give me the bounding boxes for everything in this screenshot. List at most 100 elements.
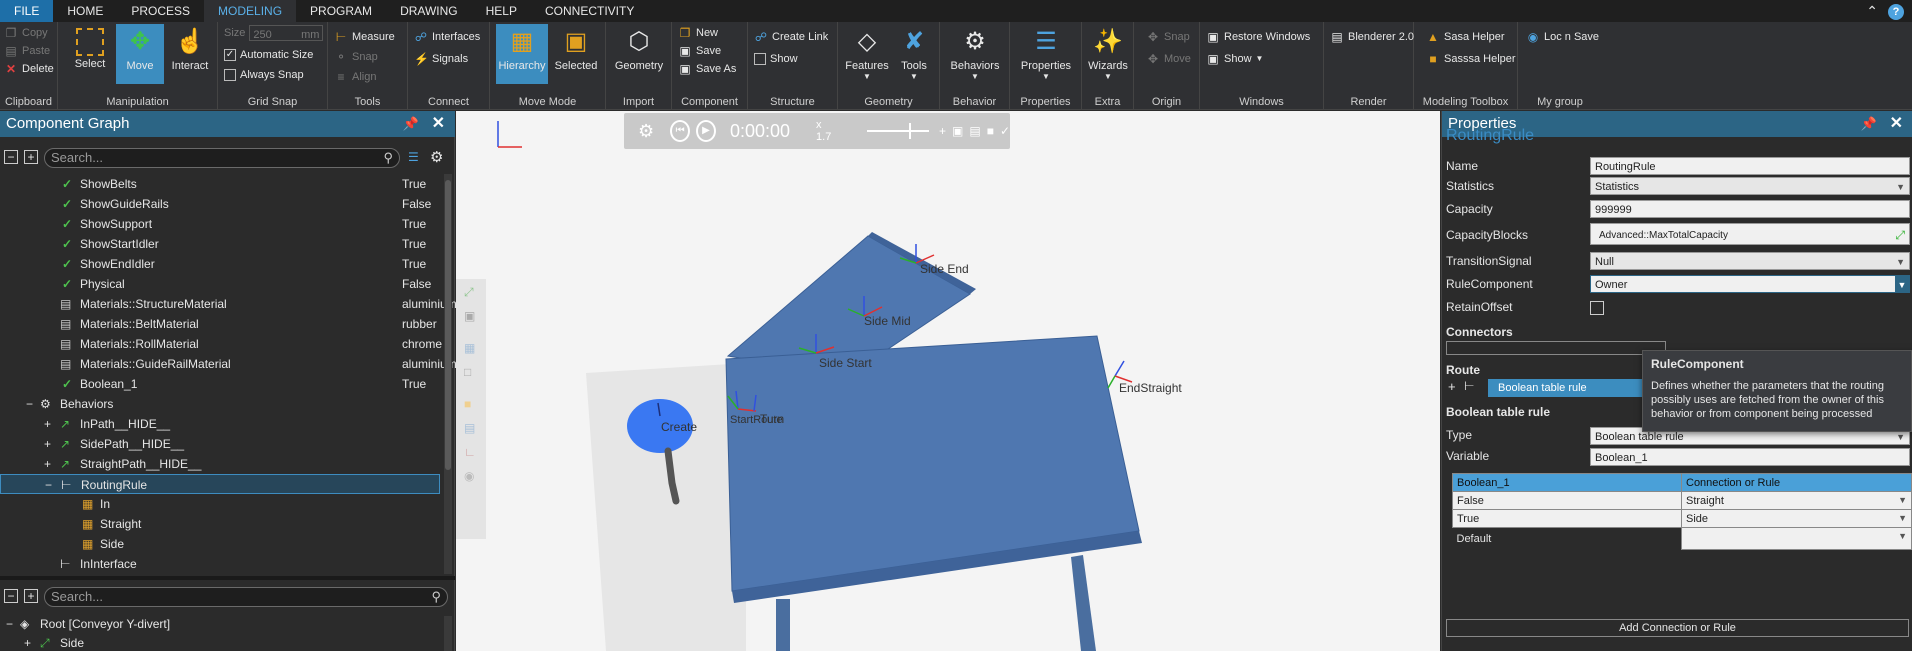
- sasa-helper-button[interactable]: ▲ Sasa Helper: [1426, 28, 1505, 46]
- graph-scrollbar[interactable]: [444, 174, 452, 574]
- slider-thumb[interactable]: [909, 123, 912, 139]
- tree-row-behaviors[interactable]: − ⚙ Behaviors: [0, 394, 440, 414]
- tree-row[interactable]: ✓ ShowEndIdler True: [0, 254, 440, 274]
- tree-row[interactable]: + ↗ StraightPath__HIDE__: [0, 454, 440, 474]
- snap-button[interactable]: ⚬ Snap: [334, 48, 378, 66]
- always-snap-checkbox[interactable]: Always Snap: [224, 66, 304, 84]
- pdf-icon[interactable]: ▤: [969, 124, 980, 138]
- table-cell[interactable]: True: [1452, 509, 1682, 528]
- hierarchy-button[interactable]: ▦ Hierarchy: [496, 24, 548, 84]
- geometry-tools-button[interactable]: ✘ Tools ▼: [890, 24, 938, 84]
- tree-row[interactable]: ▤ Materials::BeltMaterial rubber: [0, 314, 440, 334]
- root-scrollbar[interactable]: [444, 616, 452, 651]
- pin-icon[interactable]: 📌: [1861, 111, 1877, 137]
- expand-node-icon[interactable]: +: [24, 633, 31, 651]
- filter-icon[interactable]: ☰: [408, 150, 419, 164]
- table-cell[interactable]: False: [1452, 491, 1682, 510]
- menu-program[interactable]: PROGRAM: [296, 0, 386, 22]
- chevron-down-icon[interactable]: ▼: [1895, 276, 1909, 292]
- expand-node-icon[interactable]: +: [44, 454, 51, 474]
- origin-move-button[interactable]: ✥ Move: [1146, 50, 1191, 68]
- expand-all-icon[interactable]: +: [24, 150, 38, 164]
- fit-view-icon[interactable]: ⤢: [464, 285, 474, 300]
- signals-button[interactable]: ⚡ Signals: [414, 50, 468, 68]
- tree-row[interactable]: ▤ Materials::StructureMaterial aluminium: [0, 294, 457, 314]
- align-button[interactable]: ≡ Align: [334, 68, 376, 86]
- collapse-all-icon[interactable]: −: [4, 589, 18, 603]
- menu-help[interactable]: HELP: [472, 0, 531, 22]
- image-view-icon[interactable]: ▤: [464, 421, 475, 435]
- tree-row[interactable]: ▤ Materials::RollMaterial chrome: [0, 334, 442, 354]
- menu-modeling[interactable]: MODELING: [204, 0, 297, 22]
- close-icon[interactable]: ✕: [1890, 111, 1903, 137]
- panel-splitter[interactable]: [0, 576, 455, 580]
- origin-snap-button[interactable]: ✥ Snap: [1146, 28, 1190, 46]
- variable-field[interactable]: Boolean_1: [1590, 448, 1910, 466]
- add-route-icon[interactable]: +: [1448, 379, 1456, 394]
- tree-row[interactable]: ✓ ShowGuideRails False: [0, 194, 440, 214]
- 3d-viewport[interactable]: Side End Side Mid Side Start EndStraight…: [456, 111, 1440, 651]
- create-link-button[interactable]: ☍ Create Link: [754, 28, 828, 46]
- render-mode-icon[interactable]: ◉: [464, 469, 474, 483]
- graph-search-input[interactable]: Search... ⚲: [44, 148, 400, 168]
- paste-button[interactable]: ▤ Paste: [4, 42, 50, 60]
- retain-offset-checkbox[interactable]: [1590, 301, 1604, 315]
- interact-button[interactable]: ☝ Interact: [166, 24, 214, 84]
- close-icon[interactable]: ✕: [432, 111, 445, 137]
- import-geometry-button[interactable]: ⬡ Geometry: [612, 24, 666, 84]
- default-dropdown[interactable]: ▼: [1681, 527, 1912, 550]
- menu-connectivity[interactable]: CONNECTIVITY: [531, 0, 648, 22]
- expand-node-icon[interactable]: +: [44, 434, 51, 454]
- pin-icon[interactable]: 📌: [403, 111, 419, 137]
- name-field[interactable]: RoutingRule: [1590, 157, 1910, 175]
- axis-view-icon[interactable]: ∟: [464, 445, 476, 459]
- measure-button[interactable]: ⊢ Measure: [334, 28, 395, 46]
- tree-row[interactable]: ▤ Materials::GuideRailMaterial aluminium: [0, 354, 457, 374]
- wizards-button[interactable]: ✨ Wizards ▼: [1084, 24, 1132, 84]
- capacity-blocks-field[interactable]: Advanced::MaxTotalCapacity ⤢: [1590, 223, 1910, 245]
- tree-row[interactable]: ✓ Physical False: [0, 274, 440, 294]
- tree-row[interactable]: + ↗ InPath__HIDE__: [0, 414, 440, 434]
- reset-icon[interactable]: ⏮: [670, 120, 691, 142]
- rule-component-dropdown[interactable]: Owner ▼: [1590, 275, 1910, 293]
- loc-n-save-button[interactable]: ◉ Loc n Save: [1526, 28, 1599, 46]
- show-structure-checkbox[interactable]: Show: [754, 50, 798, 68]
- add-connection-button[interactable]: Add Connection or Rule: [1446, 619, 1909, 637]
- grid-view-icon[interactable]: ▦: [464, 341, 475, 355]
- video-icon[interactable]: ■: [987, 124, 994, 138]
- select-button[interactable]: Select: [66, 24, 114, 84]
- menu-file[interactable]: FILE: [0, 0, 54, 22]
- expand-icon[interactable]: ⤢: [1895, 224, 1905, 246]
- menu-drawing[interactable]: DRAWING: [386, 0, 472, 22]
- settings-gear-icon[interactable]: ⚙: [638, 121, 654, 142]
- delete-button[interactable]: ✕ Delete: [4, 60, 54, 78]
- menu-home[interactable]: HOME: [53, 0, 117, 22]
- collapse-ribbon-icon[interactable]: ⌃: [1866, 3, 1878, 20]
- tree-row[interactable]: ✓ ShowSupport True: [0, 214, 440, 234]
- vr-icon[interactable]: ✓: [1000, 124, 1010, 138]
- tree-row[interactable]: ⊢ InInterface: [0, 554, 440, 570]
- cube-view-icon[interactable]: □: [464, 365, 471, 379]
- box-view-icon[interactable]: ■: [464, 397, 471, 411]
- features-button[interactable]: ◇ Features ▼: [840, 24, 894, 84]
- interfaces-button[interactable]: ☍ Interfaces: [414, 28, 480, 46]
- tree-row[interactable]: + ↗ SidePath__HIDE__: [0, 434, 440, 454]
- help-icon[interactable]: ?: [1888, 3, 1904, 20]
- restore-windows-button[interactable]: ▣ Restore Windows: [1206, 28, 1310, 46]
- collapse-node-icon[interactable]: −: [26, 394, 33, 414]
- screenshot-icon[interactable]: ▣: [952, 124, 963, 138]
- blenderer-button[interactable]: ▤ Blenderer 2.0: [1330, 28, 1414, 46]
- route-chip[interactable]: Boolean table rule: [1488, 379, 1648, 397]
- tree-row[interactable]: + ⤢ Side: [0, 633, 450, 651]
- collapse-all-icon[interactable]: −: [4, 150, 18, 164]
- capacity-field[interactable]: 999999: [1590, 200, 1910, 218]
- plus-icon[interactable]: +: [939, 124, 946, 138]
- speed-slider[interactable]: [867, 123, 929, 139]
- tree-row[interactable]: ▦ Straight: [0, 514, 440, 534]
- expand-node-icon[interactable]: +: [44, 414, 51, 434]
- behaviors-button[interactable]: ⚙ Behaviors ▼: [946, 24, 1004, 84]
- transition-signal-dropdown[interactable]: Null ▼: [1590, 252, 1910, 270]
- tree-row[interactable]: ✓ ShowBelts True: [0, 174, 440, 194]
- show-windows-button[interactable]: ▣ Show ▼: [1206, 50, 1263, 68]
- selected-button[interactable]: ▣ Selected: [550, 24, 602, 84]
